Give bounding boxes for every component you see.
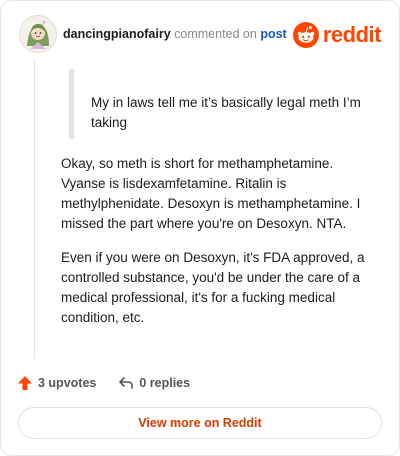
comment-actions: 3 upvotes 0 replies (17, 373, 190, 393)
thread-line (34, 59, 35, 359)
user-avatar[interactable] (19, 15, 57, 53)
reddit-alien-icon (292, 22, 319, 48)
action-text: commented on (174, 27, 257, 41)
avatar-fairy-icon (20, 16, 56, 52)
reply-button[interactable]: 0 replies (118, 375, 190, 391)
upvote-count: 3 upvotes (38, 376, 97, 390)
username-link[interactable]: dancingpianofairy (63, 27, 171, 41)
view-more-button[interactable]: View more on Reddit (18, 407, 382, 439)
reddit-logo[interactable]: reddit (292, 22, 382, 48)
reply-count: 0 replies (139, 376, 191, 390)
comment-header: dancingpianofairy commented on post redd… (17, 15, 385, 55)
upvote-button[interactable]: 3 upvotes (17, 375, 96, 391)
comment-paragraph: Okay, so meth is short for methamphetami… (61, 156, 361, 231)
reddit-wordmark: reddit (322, 22, 382, 47)
comment-body: Okay, so meth is short for methamphetami… (61, 154, 376, 342)
quote-text: My in laws tell me it’s basically legal … (91, 95, 361, 130)
reply-arrow-icon (119, 377, 134, 389)
upvote-arrow-icon (18, 376, 32, 390)
quoted-text-block: My in laws tell me it’s basically legal … (69, 69, 369, 139)
comment-paragraph: Even if you were on Desoxyn, it's FDA ap… (61, 250, 365, 325)
post-link[interactable]: post (260, 27, 286, 41)
embedded-comment-card: dancingpianofairy commented on post redd… (0, 0, 400, 456)
quote-bar (69, 69, 74, 139)
comment-meta: dancingpianofairy commented on post (63, 26, 287, 42)
